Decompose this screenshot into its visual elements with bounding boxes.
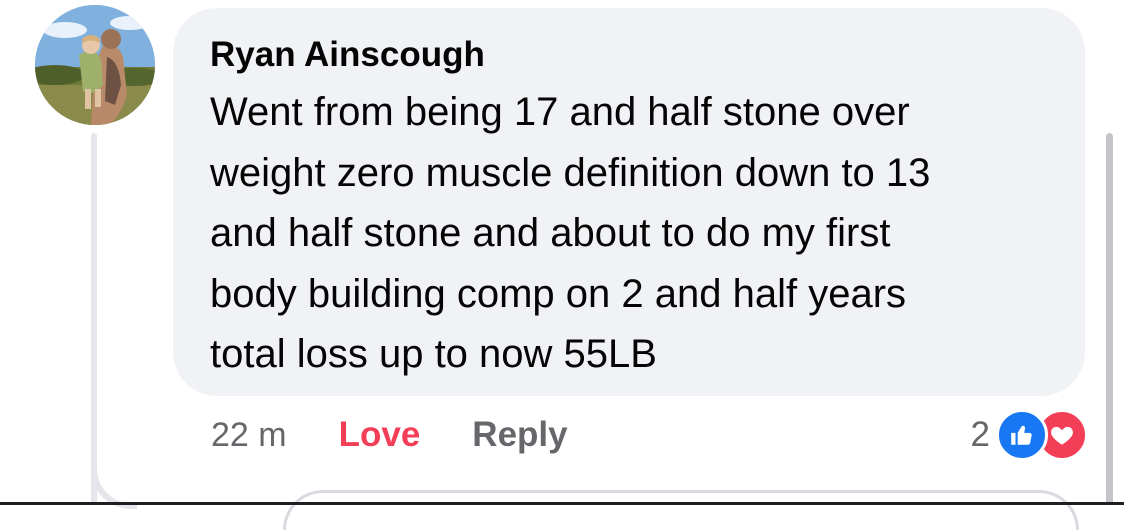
comment-timestamp[interactable]: 22 m [211,416,287,455]
comment-text: Went from being 17 and half stone over w… [210,90,931,376]
avatar-photo [35,5,155,125]
reply-input-box[interactable] [283,490,1079,530]
love-button[interactable]: Love [339,415,421,455]
reaction-summary[interactable]: 2 [970,409,1088,461]
scrollbar[interactable] [1106,133,1113,505]
reply-button[interactable]: Reply [472,415,567,455]
comment-actions: 22 m Love Reply [211,412,568,458]
like-icon [996,409,1048,461]
comment-author[interactable]: Ryan Ainscough [210,34,1055,76]
thread-line [91,133,97,505]
comment-bubble[interactable]: Ryan Ainscough Went from being 17 and ha… [173,8,1085,396]
avatar[interactable] [35,5,155,125]
reaction-count: 2 [970,415,990,454]
